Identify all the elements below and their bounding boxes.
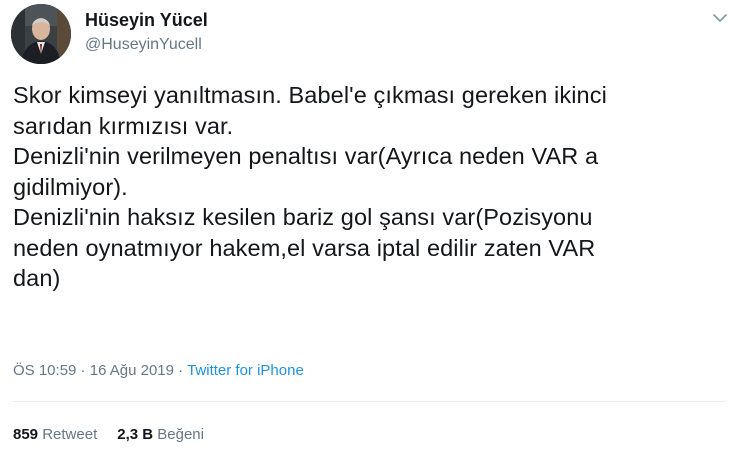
tweet-text: Skor kimseyi yanıltmasın. Babel'e çıkmas… bbox=[13, 82, 607, 291]
meta-separator: · bbox=[76, 362, 90, 379]
user-handle[interactable]: @HuseyinYucell bbox=[85, 36, 202, 54]
profile-photo bbox=[11, 4, 71, 64]
avatar[interactable] bbox=[11, 4, 71, 64]
retweets-count: 859 bbox=[13, 426, 39, 443]
display-name[interactable]: Hüseyin Yücel bbox=[85, 10, 208, 31]
likes-stat[interactable]: 2,3 B Beğeni bbox=[117, 426, 204, 443]
tweet-time[interactable]: ÖS 10:59 bbox=[13, 362, 76, 379]
retweets-label: Retweet bbox=[42, 426, 98, 443]
divider bbox=[13, 401, 725, 402]
retweets-stat[interactable]: 859 Retweet bbox=[13, 426, 97, 443]
likes-count: 2,3 B bbox=[117, 426, 154, 443]
chevron-down-icon[interactable] bbox=[709, 9, 731, 27]
meta-separator: · bbox=[174, 362, 188, 379]
tweet-card: Hüseyin Yücel @HuseyinYucell Skor kimsey… bbox=[0, 0, 745, 450]
tweet-metadata: ÖS 10:59 · 16 Ağu 2019 · Twitter for iPh… bbox=[13, 362, 304, 379]
tweet-source-link[interactable]: Twitter for iPhone bbox=[187, 362, 304, 379]
likes-label: Beğeni bbox=[157, 426, 204, 443]
tweet-stats: 859 Retweet 2,3 B Beğeni bbox=[13, 426, 204, 443]
tweet-date[interactable]: 16 Ağu 2019 bbox=[90, 362, 174, 379]
